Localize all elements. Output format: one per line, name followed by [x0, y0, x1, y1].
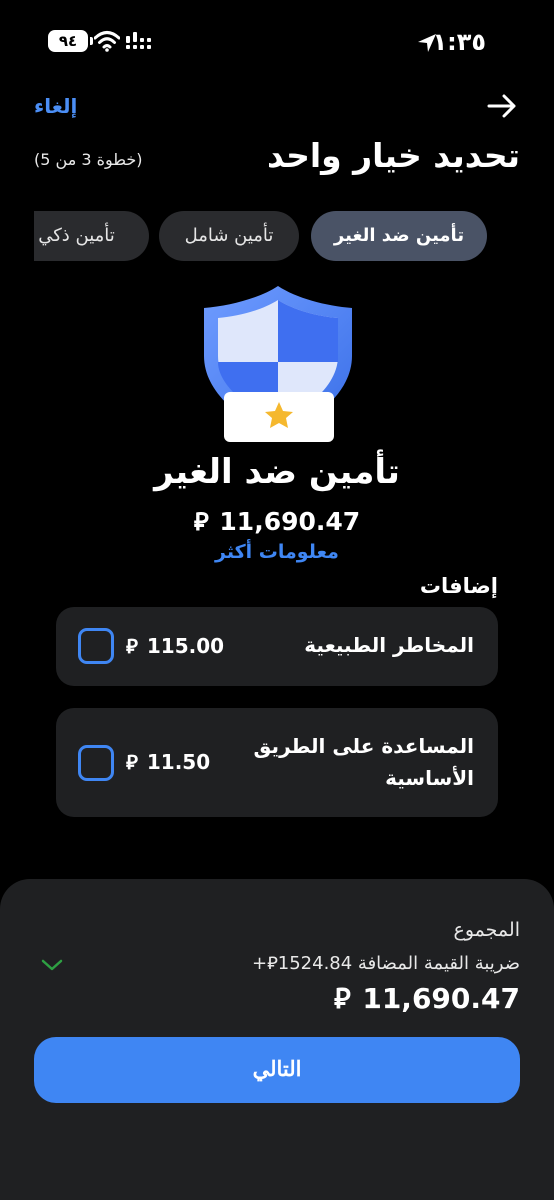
vat-text: ضريبة القيمة المضافة 1524.84⃁+: [251, 953, 520, 974]
total-price: ⃁ 11,690.47: [334, 979, 520, 1016]
wifi-icon: [94, 31, 120, 52]
tab-smart[interactable]: تأمين ذكي: [34, 211, 149, 261]
addon-price: ⃁ 11.50: [126, 749, 210, 775]
chevron-down-icon[interactable]: [40, 957, 64, 973]
addon-natural-hazards[interactable]: المخاطر الطبيعية ⃁ 115.00: [56, 607, 498, 686]
product-price-value: 11,690.47: [219, 507, 361, 536]
more-info-link[interactable]: معلومات أكثر: [0, 541, 554, 563]
riyal-icon: ⃁: [193, 507, 209, 536]
status-time: ١:٣٥: [432, 28, 486, 56]
total-price-value: 11,690.47: [362, 982, 520, 1015]
addon-checkbox[interactable]: [78, 628, 114, 664]
addon-price-value: 115.00: [146, 634, 225, 658]
shield-icon: [204, 286, 352, 442]
riyal-icon: ⃁: [333, 982, 351, 1015]
forward-arrow-icon[interactable]: [486, 92, 518, 120]
riyal-icon: ⃁: [126, 750, 138, 774]
next-button[interactable]: التالي: [34, 1037, 520, 1103]
product-price: ⃁ 11,690.47: [0, 505, 554, 537]
addon-road-assistance[interactable]: المساعدة على الطريق الأساسية ⃁ 11.50: [56, 708, 498, 817]
step-indicator: (خطوة 3 من 5): [34, 150, 143, 169]
addon-name: المساعدة على الطريق الأساسية: [253, 734, 474, 790]
addon-name: المخاطر الطبيعية: [304, 633, 474, 657]
total-label: المجموع: [453, 919, 520, 941]
addon-checkbox[interactable]: [78, 745, 114, 781]
status-bar: ٩٤ ١:٣٥: [0, 0, 554, 84]
insurance-type-tabs: تأمين ضد الغير تأمين شامل تأمين ذكي: [34, 211, 520, 261]
addons-title: إضافات: [419, 574, 498, 598]
addon-price: ⃁ 115.00: [126, 633, 224, 659]
addon-price-value: 11.50: [146, 750, 211, 774]
page-title: تحديد خيار واحد: [267, 136, 520, 175]
riyal-icon: ⃁: [126, 634, 138, 658]
product-name: تأمين ضد الغير: [154, 452, 400, 492]
summary-sheet: المجموع ضريبة القيمة المضافة 1524.84⃁+ ⃁…: [0, 879, 554, 1200]
cancel-button[interactable]: إلغاء: [34, 94, 77, 118]
battery-indicator: ٩٤: [48, 30, 93, 52]
tab-comprehensive[interactable]: تأمين شامل: [159, 211, 299, 261]
tab-third-party[interactable]: تأمين ضد الغير: [311, 211, 487, 261]
cellular-signal-icon: [126, 32, 151, 49]
